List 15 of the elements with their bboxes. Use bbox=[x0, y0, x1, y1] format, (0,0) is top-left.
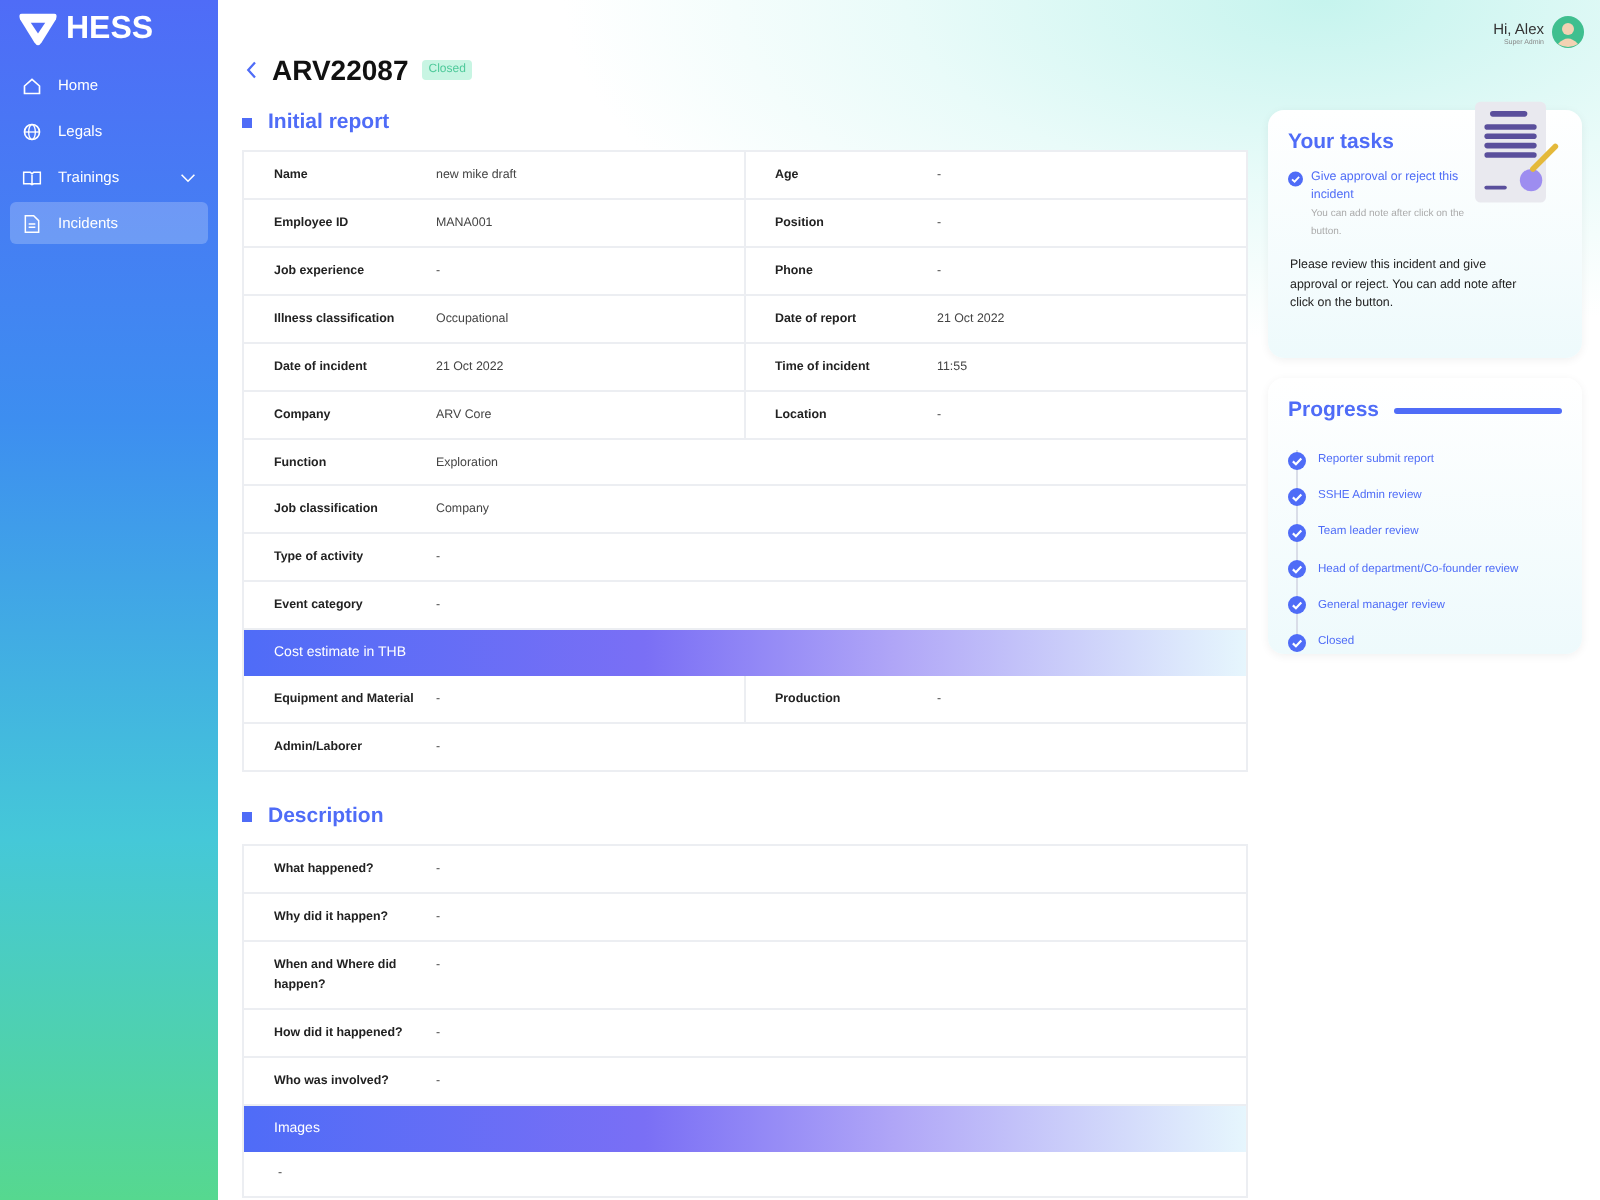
logo-icon bbox=[16, 12, 60, 48]
section-marker bbox=[242, 811, 252, 822]
back-icon[interactable] bbox=[246, 60, 258, 80]
brand-name: HESS bbox=[66, 12, 154, 48]
section-title: Description bbox=[268, 804, 384, 829]
incident-title: ARV22087 bbox=[272, 54, 409, 86]
home-icon bbox=[22, 75, 42, 95]
section-title: Initial report bbox=[268, 110, 390, 134]
document-icon bbox=[22, 213, 42, 233]
section-marker bbox=[242, 117, 252, 127]
globe-icon bbox=[22, 121, 42, 141]
chevron-icon bbox=[180, 169, 196, 185]
card-title: Your tasks bbox=[1288, 130, 1396, 154]
book-icon bbox=[22, 167, 42, 187]
card-title: Progress bbox=[1288, 398, 1380, 422]
